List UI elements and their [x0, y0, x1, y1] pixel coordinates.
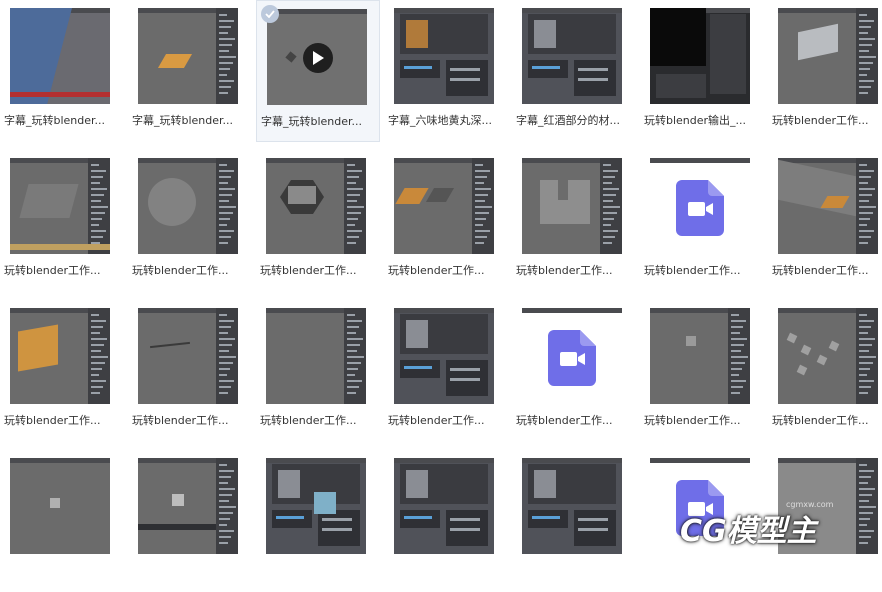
file-thumbnail[interactable] — [394, 158, 494, 254]
video-file-icon — [548, 330, 596, 386]
file-name: 字幕_玩转blender... — [132, 114, 234, 127]
file-name: 玩转blender工作... — [772, 264, 869, 277]
file-name: 字幕_六味地黄丸深... — [388, 114, 492, 127]
file-thumbnail[interactable] — [778, 158, 878, 254]
file-tile[interactable] — [0, 450, 124, 592]
file-name: 字幕_红酒部分的材... — [516, 114, 620, 127]
file-name: 玩转blender工作... — [4, 264, 101, 277]
file-tile[interactable]: 玩转blender工作... — [0, 300, 124, 442]
file-tile[interactable]: 玩转blender工作... — [256, 300, 380, 442]
file-thumbnail[interactable] — [138, 308, 238, 404]
file-name: 玩转blender工作... — [644, 264, 741, 277]
file-tile[interactable]: 玩转blender工作... — [256, 150, 380, 292]
file-tile[interactable]: 字幕_玩转blender... — [128, 0, 252, 142]
file-tile[interactable]: 玩转blender输出_... — [640, 0, 764, 142]
file-name: 玩转blender工作... — [388, 264, 485, 277]
file-tile[interactable]: 玩转blender工作... — [768, 150, 882, 292]
file-name: 玩转blender工作... — [260, 264, 357, 277]
file-tile[interactable]: 字幕_红酒部分的材... — [512, 0, 636, 142]
file-name: 玩转blender工作... — [388, 414, 485, 427]
file-tile[interactable]: 玩转blender工作... — [640, 300, 764, 442]
file-tile[interactable] — [256, 450, 380, 592]
file-tile[interactable]: 玩转blender工作... — [128, 150, 252, 292]
file-name: 玩转blender工作... — [260, 414, 357, 427]
file-name: 玩转blender工作... — [772, 114, 869, 127]
file-tile[interactable]: 玩转blender工作... — [0, 150, 124, 292]
play-icon[interactable] — [303, 43, 333, 73]
file-thumbnail[interactable] — [138, 458, 238, 554]
file-name: 玩转blender输出_... — [644, 114, 747, 127]
file-tile[interactable] — [512, 450, 636, 592]
file-tile[interactable]: 玩转blender工作... — [640, 150, 764, 292]
file-thumbnail[interactable] — [522, 458, 622, 554]
check-icon[interactable] — [261, 5, 279, 23]
file-thumbnail[interactable] — [394, 308, 494, 404]
file-thumbnail[interactable] — [522, 158, 622, 254]
file-thumbnail[interactable] — [267, 9, 367, 105]
file-name: 字幕_玩转blender... — [261, 115, 363, 128]
file-thumbnail[interactable] — [650, 158, 750, 254]
file-grid: 字幕_玩转blender... 字幕_玩转blender... 字幕_玩转blend… — [0, 0, 882, 558]
file-tile[interactable]: 字幕_玩转blender... — [256, 0, 380, 142]
file-thumbnail[interactable] — [10, 458, 110, 554]
video-file-icon — [676, 180, 724, 236]
file-thumbnail[interactable] — [138, 8, 238, 104]
file-name: 玩转blender工作... — [132, 414, 229, 427]
file-tile[interactable] — [128, 450, 252, 592]
file-name: 字幕_玩转blender... — [4, 114, 106, 127]
file-thumbnail[interactable] — [266, 158, 366, 254]
file-tile[interactable]: 玩转blender工作... — [512, 300, 636, 442]
file-thumbnail[interactable] — [266, 458, 366, 554]
file-thumbnail[interactable] — [394, 8, 494, 104]
file-thumbnail[interactable] — [266, 308, 366, 404]
file-tile[interactable] — [384, 450, 508, 592]
file-thumbnail[interactable] — [778, 308, 878, 404]
file-name: 玩转blender工作... — [4, 414, 101, 427]
file-name: 玩转blender工作... — [516, 264, 613, 277]
file-tile[interactable]: 玩转blender工作... — [512, 150, 636, 292]
file-thumbnail[interactable] — [138, 158, 238, 254]
file-tile[interactable]: 玩转blender工作... — [768, 0, 882, 142]
file-thumbnail[interactable] — [394, 458, 494, 554]
file-thumbnail[interactable] — [650, 8, 750, 104]
watermark-logo: CG模型主 — [680, 514, 817, 549]
file-tile[interactable]: 玩转blender工作... — [384, 300, 508, 442]
file-name: 玩转blender工作... — [644, 414, 741, 427]
file-tile[interactable]: 玩转blender工作... — [128, 300, 252, 442]
file-name: 玩转blender工作... — [516, 414, 613, 427]
file-name: 玩转blender工作... — [132, 264, 229, 277]
file-thumbnail[interactable] — [778, 8, 878, 104]
file-thumbnail[interactable] — [10, 308, 110, 404]
file-tile[interactable]: 字幕_玩转blender... — [0, 0, 124, 142]
file-tile[interactable]: 玩转blender工作... — [384, 150, 508, 292]
file-thumbnail[interactable] — [650, 308, 750, 404]
file-tile[interactable]: 字幕_六味地黄丸深... — [384, 0, 508, 142]
file-thumbnail[interactable] — [522, 8, 622, 104]
file-thumbnail[interactable] — [522, 308, 622, 404]
file-name: 玩转blender工作... — [772, 414, 869, 427]
watermark-url: cgmxw.com — [786, 500, 834, 509]
file-tile[interactable]: 玩转blender工作... — [768, 300, 882, 442]
file-thumbnail[interactable] — [10, 158, 110, 254]
file-thumbnail[interactable] — [10, 8, 110, 104]
